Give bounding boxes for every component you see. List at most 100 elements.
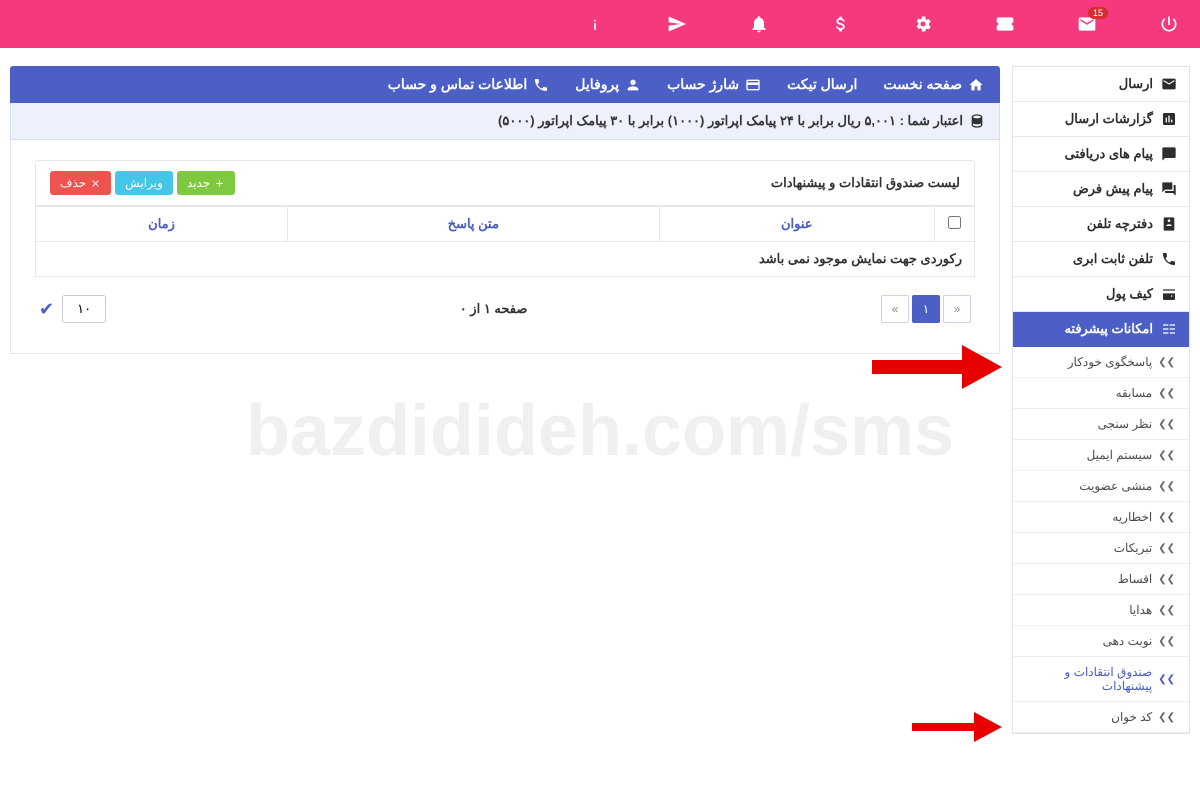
- sub-label: پاسخگوی خودکار: [1068, 355, 1152, 369]
- sidebar-item-reports[interactable]: گزارشات ارسال: [1013, 102, 1189, 137]
- chevron-icon: ❯❯: [1158, 388, 1175, 399]
- list-title: لیست صندوق انتقادات و پیشنهادات: [771, 175, 960, 191]
- pager-prev[interactable]: «: [881, 295, 909, 323]
- page-size-input[interactable]: [62, 295, 106, 323]
- empty-message: رکوردی جهت نمایش موجود نمی باشد: [36, 242, 975, 277]
- sub-label: تبریکات: [1114, 541, 1153, 555]
- plus-icon: [214, 178, 225, 189]
- sidebar-sub-installments[interactable]: ❯❯اقساط: [1013, 564, 1189, 595]
- sidebar-sub-notice[interactable]: ❯❯ اخطاریه: [1013, 502, 1189, 533]
- pager-next[interactable]: »: [943, 295, 971, 323]
- sidebar-sub-secretary[interactable]: ❯❯ منشی عضویت: [1013, 471, 1189, 502]
- sidebar-sub-suggestion[interactable]: ❯❯ صندوق انتقادات و پیشنهادات: [1013, 657, 1189, 702]
- list-header: لیست صندوق انتقادات و پیشنهادات جدید ویر…: [35, 160, 975, 206]
- sidebar: ارسال گزارشات ارسال پیام های دریافتی پیا…: [1012, 66, 1190, 734]
- sidebar-sub-queue[interactable]: ❯❯نوبت دهی: [1013, 626, 1189, 657]
- nav-label: پروفایل: [575, 76, 619, 93]
- topbar: 15: [0, 0, 1200, 48]
- apply-size-button[interactable]: ✔: [39, 299, 54, 320]
- sidebar-sub-greeting[interactable]: ❯❯ تبریکات: [1013, 533, 1189, 564]
- page-info: صفحه ۱ از ۰: [460, 301, 528, 317]
- sidebar-item-wallet[interactable]: کیف پول: [1013, 277, 1189, 312]
- chevron-icon: ❯❯: [1158, 605, 1175, 616]
- chevron-icon: ❯❯: [1158, 674, 1175, 685]
- credit-text: اعتبار شما : ۵,۰۰۱ ریال برابر با ۲۴ پیام…: [498, 113, 963, 129]
- select-all-checkbox[interactable]: [948, 216, 961, 229]
- ticket-icon[interactable]: [994, 13, 1016, 35]
- sub-label: اخطاریه: [1112, 510, 1152, 524]
- col-answer: متن پاسخ: [288, 207, 659, 242]
- sidebar-item-phonebook[interactable]: دفترچه تلفن: [1013, 207, 1189, 242]
- pager: « ۱ »: [881, 295, 971, 323]
- sidebar-sub-gifts[interactable]: ❯❯ هدایا: [1013, 595, 1189, 626]
- sub-label: نظر سنجی: [1098, 417, 1153, 431]
- pager-page-1[interactable]: ۱: [912, 295, 940, 323]
- sidebar-label: پیام های دریافتی: [1065, 146, 1153, 162]
- chevron-icon: ❯❯: [1158, 712, 1175, 723]
- nav-label: ارسال تیکت: [787, 76, 857, 93]
- col-checkbox: [935, 207, 975, 242]
- chevron-icon: ❯❯: [1158, 419, 1175, 430]
- chevron-icon: ❯❯: [1158, 512, 1175, 523]
- sub-label: منشی عضویت: [1079, 479, 1152, 493]
- btn-label: حذف: [60, 176, 86, 190]
- nav-profile[interactable]: پروفایل: [575, 76, 641, 93]
- dollar-icon[interactable]: [830, 13, 852, 35]
- col-title: عنوان: [659, 207, 934, 242]
- sub-label: صندوق انتقادات و پیشنهادات: [1021, 665, 1152, 693]
- col-time: زمان: [36, 207, 288, 242]
- sub-label: سیستم ایمیل: [1087, 448, 1153, 462]
- nav-charge[interactable]: شارژ حساب: [667, 76, 761, 93]
- button-group: جدید ویرایش حذف: [50, 171, 235, 195]
- nav-label: صفحه نخست: [883, 76, 962, 93]
- chevron-icon: ❯❯: [1158, 636, 1175, 647]
- sidebar-label: دفترچه تلفن: [1087, 216, 1153, 232]
- credit-bar: اعتبار شما : ۵,۰۰۱ ریال برابر با ۲۴ پیام…: [10, 103, 1000, 140]
- new-button[interactable]: جدید: [177, 171, 235, 195]
- send-plane-icon[interactable]: [666, 13, 688, 35]
- nav-label: اطلاعات تماس و حساب: [388, 76, 528, 93]
- chevron-icon: ❯❯: [1158, 543, 1175, 554]
- sidebar-item-send[interactable]: ارسال: [1013, 67, 1189, 102]
- gear-icon[interactable]: [912, 13, 934, 35]
- chevron-icon: ❯❯: [1158, 481, 1175, 492]
- pager-row: « ۱ » صفحه ۱ از ۰ ✔: [35, 295, 975, 323]
- nav-label: شارژ حساب: [667, 76, 739, 93]
- sidebar-sub-contest[interactable]: ❯❯ مسابقه: [1013, 378, 1189, 409]
- sub-label: هدایا: [1129, 603, 1152, 617]
- sub-label: مسابقه: [1116, 386, 1153, 400]
- delete-button[interactable]: حذف: [50, 171, 111, 195]
- chevron-icon: ❯❯: [1158, 357, 1175, 368]
- nav-ticket[interactable]: ارسال تیکت: [787, 76, 857, 93]
- chevron-icon: ❯❯: [1158, 450, 1175, 461]
- sidebar-item-advanced[interactable]: امکانات پیشرفته: [1013, 312, 1189, 347]
- power-icon[interactable]: [1158, 13, 1180, 35]
- sidebar-item-cloudphone[interactable]: تلفن ثابت ابری: [1013, 242, 1189, 277]
- sidebar-label: ارسال: [1119, 76, 1153, 92]
- mail-icon[interactable]: 15: [1076, 13, 1098, 35]
- bell-icon[interactable]: [748, 13, 770, 35]
- sidebar-label: پیام پیش فرض: [1073, 181, 1153, 197]
- sub-label: اقساط: [1118, 572, 1153, 586]
- info-icon[interactable]: [584, 13, 606, 35]
- nav-home[interactable]: صفحه نخست: [883, 76, 984, 93]
- sidebar-item-default[interactable]: پیام پیش فرض: [1013, 172, 1189, 207]
- btn-label: ویرایش: [125, 176, 163, 190]
- mail-badge: 15: [1088, 7, 1108, 19]
- nav-contact[interactable]: اطلاعات تماس و حساب: [388, 76, 550, 93]
- sidebar-sub-codereader[interactable]: ❯❯ کد خوان: [1013, 702, 1189, 733]
- sub-label: کد خوان: [1111, 710, 1152, 724]
- sidebar-label: کیف پول: [1106, 286, 1153, 302]
- sidebar-item-inbox[interactable]: پیام های دریافتی: [1013, 137, 1189, 172]
- database-icon: [969, 113, 985, 129]
- sidebar-label: امکانات پیشرفته: [1064, 321, 1153, 337]
- edit-button[interactable]: ویرایش: [115, 171, 173, 195]
- close-icon: [90, 178, 101, 189]
- sidebar-sub-poll[interactable]: ❯❯ نظر سنجی: [1013, 409, 1189, 440]
- data-table: عنوان متن پاسخ زمان رکوردی جهت نمایش موج…: [35, 206, 975, 277]
- sidebar-sub-autoresponder[interactable]: ❯❯ پاسخگوی خودکار: [1013, 347, 1189, 378]
- sidebar-sub-email[interactable]: ❯❯ سیستم ایمیل: [1013, 440, 1189, 471]
- btn-label: جدید: [187, 176, 210, 190]
- panel-nav: صفحه نخست ارسال تیکت شارژ حساب پروفایل ا…: [10, 66, 1000, 103]
- sidebar-label: گزارشات ارسال: [1065, 111, 1153, 127]
